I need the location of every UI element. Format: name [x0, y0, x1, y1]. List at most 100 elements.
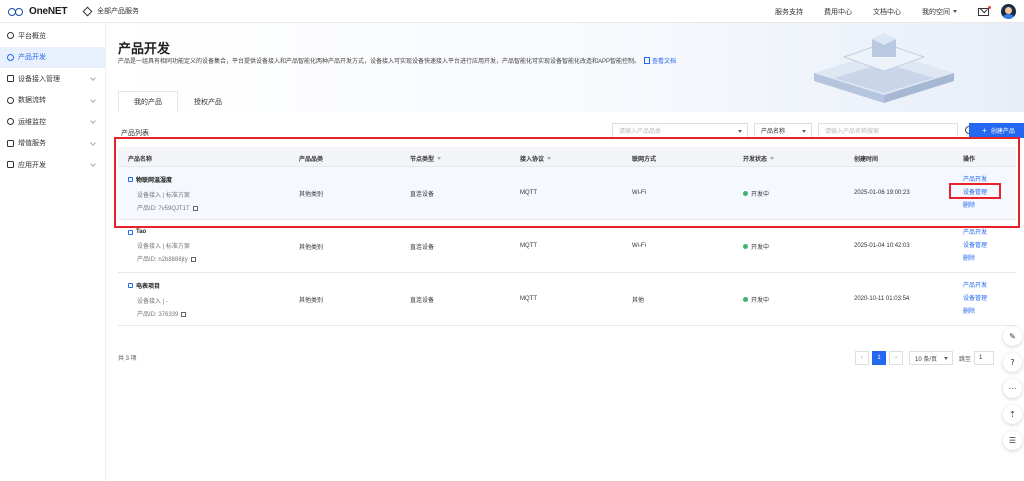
- status-dot-icon: [743, 190, 748, 196]
- filter-icon[interactable]: [547, 157, 552, 160]
- avatar[interactable]: [1001, 4, 1016, 19]
- product-dev-link[interactable]: 产品开发: [963, 227, 987, 240]
- next-page-button[interactable]: ›: [889, 351, 903, 365]
- prev-page-button[interactable]: ‹: [855, 351, 869, 365]
- sidebar-item-device-access[interactable]: 设备接入管理: [0, 68, 105, 90]
- sidebar-item-label: 平台概览: [18, 32, 46, 40]
- network-cell: 其他: [632, 297, 645, 304]
- category-filter-placeholder: 请输入产品品类: [619, 129, 662, 135]
- tab-authorized-products[interactable]: 授权产品: [178, 91, 238, 112]
- sidebar-item-monitoring[interactable]: 运维监控: [0, 111, 105, 133]
- chevron-down-icon: [738, 130, 742, 133]
- col-protocol[interactable]: 接入协议: [520, 154, 552, 163]
- view-docs-link[interactable]: 查看文档: [644, 59, 676, 65]
- nav-service-support[interactable]: 服务支持: [775, 7, 803, 17]
- chevron-down-icon: [90, 139, 96, 146]
- sidebar-item-overview[interactable]: 平台概览: [0, 25, 105, 47]
- chevron-down-icon: [90, 96, 96, 103]
- col-actions: 操作: [963, 157, 976, 163]
- total-count: 共 3 项: [118, 356, 137, 362]
- jump-label: 跳至: [959, 356, 972, 363]
- pagination: ‹ 1 › 10 条/页 跳至 1: [855, 351, 995, 365]
- chevron-down-icon: [944, 357, 948, 360]
- device-manage-link[interactable]: 设备管理: [963, 240, 987, 253]
- status-text: 开发中: [751, 244, 770, 251]
- scheme-type: -: [165, 298, 168, 305]
- sidebar-item-product-dev[interactable]: 产品开发: [0, 46, 105, 68]
- edit-icon[interactable]: ✎: [1003, 327, 1022, 346]
- product-id: 产品ID: n2b8888jty: [128, 254, 196, 263]
- product-dev-link[interactable]: 产品开发: [963, 280, 987, 293]
- product-name[interactable]: 电表项目: [128, 281, 186, 290]
- delete-link[interactable]: 删除: [963, 200, 987, 213]
- tab-my-products[interactable]: 我的产品: [118, 91, 178, 112]
- sidebar-item-data-flow[interactable]: 数据流转: [0, 90, 105, 112]
- col-network: 联网方式: [632, 157, 657, 163]
- back-to-top-icon[interactable]: ⇡: [1003, 405, 1022, 424]
- actions-cell: 产品开发 设备管理 删除: [963, 174, 987, 213]
- col-category: 产品品类: [299, 157, 324, 163]
- col-dev-status-label: 开发状态: [743, 157, 768, 163]
- copy-icon[interactable]: [190, 257, 196, 262]
- product-name-cell: Tao 设备接入 | 标准方案 产品ID: n2b8888jty: [128, 229, 196, 263]
- created-time-cell: 2020-10-11 01:03:54: [854, 296, 910, 302]
- page-number-current[interactable]: 1: [872, 351, 886, 365]
- table-row: 物联网温湿度 设备接入 | 标准方案 产品ID: 7v59QJT1T 其他类别 …: [118, 167, 1016, 220]
- device-manage-link[interactable]: 设备管理: [963, 187, 987, 200]
- brand-logo[interactable]: OneNET: [8, 6, 72, 17]
- chevron-right-icon: ›: [895, 355, 897, 361]
- copy-icon[interactable]: [192, 205, 198, 211]
- product-name[interactable]: Tao: [128, 229, 196, 235]
- list-toolbar: 产品列表 请输入产品品类 产品名称 请输入产品名称搜索 + 创建产品: [118, 123, 1024, 141]
- feedback-icon[interactable]: ☰: [1003, 431, 1022, 450]
- list-title: 产品列表: [121, 130, 149, 137]
- nav-my-space[interactable]: 我的空间: [922, 7, 957, 17]
- device-manage-link[interactable]: 设备管理: [963, 293, 987, 306]
- mail-icon[interactable]: [978, 5, 991, 16]
- search-field-select[interactable]: 产品名称: [754, 123, 812, 138]
- scheme-type: 标准方案: [165, 244, 190, 250]
- page-size-select[interactable]: 10 条/页: [909, 351, 953, 365]
- delete-link[interactable]: 删除: [963, 253, 987, 266]
- copy-icon[interactable]: [181, 311, 187, 317]
- help-icon[interactable]: ?: [1003, 353, 1022, 372]
- filter-icon[interactable]: [770, 157, 775, 160]
- monitor-icon: [7, 118, 14, 126]
- col-dev-status[interactable]: 开发状态: [743, 154, 775, 163]
- nav-billing-center[interactable]: 费用中心: [824, 7, 852, 17]
- product-icon: [128, 229, 133, 235]
- sidebar-item-value-added[interactable]: 增值服务: [0, 133, 105, 155]
- product-access-info: 设备接入 | -: [137, 298, 168, 305]
- product-name[interactable]: 物联网温湿度: [128, 175, 198, 184]
- app-dev-icon: [7, 161, 14, 169]
- jump-page-input[interactable]: 1: [974, 351, 995, 365]
- filter-icon[interactable]: [437, 157, 442, 160]
- access-type: 设备接入: [137, 192, 162, 199]
- protocol-cell: MQTT: [520, 190, 537, 196]
- search-input[interactable]: 请输入产品名称搜索: [818, 123, 973, 138]
- network-cell: Wi-Fi: [632, 190, 646, 196]
- sidebar-item-label: 产品开发: [18, 54, 46, 62]
- col-node-type[interactable]: 节点类型: [410, 154, 442, 163]
- chevron-left-icon: ‹: [861, 355, 863, 361]
- page-description: 产品是一组具有相同功能定义的设备集合，平台提供设备接入和产品智能化两种产品开发方…: [118, 56, 676, 65]
- table-row: 电表项目 设备接入 | - 产品ID: 376339 其他类别 直连设备 MQT…: [118, 273, 1016, 326]
- chat-icon[interactable]: ⋯: [1003, 379, 1022, 398]
- protocol-cell: MQTT: [520, 243, 537, 249]
- all-services-menu[interactable]: 全部产品服务: [82, 6, 139, 16]
- sidebar-item-app-dev[interactable]: 应用开发: [0, 154, 105, 176]
- status-text: 开发中: [751, 191, 770, 198]
- node-type-cell: 直连设备: [410, 191, 435, 198]
- chevron-down-icon: [90, 161, 96, 167]
- product-name-text: Tao: [136, 229, 147, 235]
- delete-link[interactable]: 删除: [963, 306, 987, 319]
- table-header: 产品名称 产品品类 节点类型 接入协议 联网方式 开发状态 创建时间 操作: [118, 147, 1016, 167]
- category-filter[interactable]: 请输入产品品类: [612, 123, 748, 138]
- notification-dot: [988, 5, 991, 9]
- nav-doc-center[interactable]: 文档中心: [873, 7, 901, 17]
- page-title: 产品开发: [118, 41, 171, 56]
- status-badge: 开发中: [743, 242, 769, 251]
- search-placeholder: 请输入产品名称搜索: [825, 129, 880, 135]
- product-dev-link[interactable]: 产品开发: [963, 174, 987, 187]
- create-product-button[interactable]: + 创建产品: [969, 123, 1024, 138]
